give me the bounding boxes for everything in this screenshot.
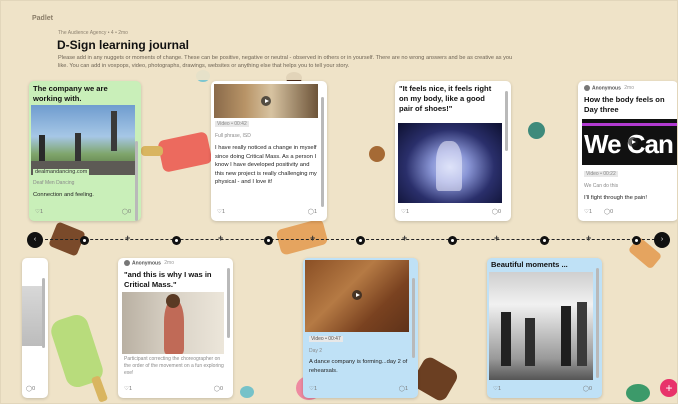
timeline-dot[interactable]: [540, 236, 549, 245]
post-caption: Participant correcting the choreographer…: [124, 356, 224, 376]
comment-button[interactable]: ◯0: [492, 209, 501, 215]
timeline-dot[interactable]: [264, 236, 273, 245]
post-card-body-day-three[interactable]: Anonymous 2mo How the body feels on Day …: [578, 81, 678, 221]
post-footer: ♡1 ◯0: [35, 209, 135, 217]
post-video-thumbnail[interactable]: [214, 84, 318, 118]
swirl-decoration: [240, 386, 254, 398]
video-duration: Video • 00:47: [309, 336, 343, 342]
timeline-next-button[interactable]: ›: [654, 232, 670, 248]
post-footer: ♡1 ◯0: [401, 209, 505, 217]
post-footer: ♡1 ◯0: [493, 386, 596, 394]
post-footer: ◯0: [26, 386, 46, 394]
page-description: Please add in any nuggets or moments of …: [58, 55, 513, 69]
like-button[interactable]: ♡1: [124, 386, 132, 392]
post-footer: ♡1 ◯0: [124, 386, 227, 394]
post-image-rehearsal[interactable]: [489, 272, 593, 380]
post-text: I have really noticed a change in myself…: [215, 145, 317, 186]
avatar: [584, 85, 590, 91]
post-card-critical-mass[interactable]: Anonymous 2mo "and this is why I was in …: [118, 258, 233, 398]
timeline-dot[interactable]: [632, 236, 641, 245]
post-title: The company we are working with.: [33, 84, 108, 103]
like-button[interactable]: ♡1: [584, 209, 592, 215]
scrollbar[interactable]: [42, 278, 45, 348]
scrollbar[interactable]: [412, 278, 415, 358]
play-icon[interactable]: [261, 96, 271, 106]
timeline-add-button[interactable]: +: [494, 233, 499, 243]
comment-button[interactable]: ◯1: [308, 209, 317, 215]
scrollbar[interactable]: [505, 91, 508, 151]
post-title: "It feels nice, it feels right on my bod…: [399, 84, 492, 113]
scrollbar[interactable]: [321, 97, 324, 207]
post-title: Beautiful moments ...: [491, 260, 568, 269]
scrollbar[interactable]: [596, 268, 599, 378]
post-card-shoes-quote[interactable]: "It feels nice, it feels right on my bod…: [395, 81, 511, 221]
page-title: D-Sign learning journal: [57, 38, 190, 52]
post-footer: ♡1 ◯0: [584, 209, 672, 217]
post-card-day-two[interactable]: Video • 00:47 Day 2 A dance company is f…: [303, 258, 418, 398]
post-link-source: Deaf Men Dancing: [33, 180, 75, 186]
timeline-add-button[interactable]: +: [125, 233, 130, 243]
post-image-sculpture[interactable]: [398, 123, 502, 203]
timeline-add-button[interactable]: +: [310, 233, 315, 243]
timeline-add-button[interactable]: +: [218, 233, 223, 243]
like-button[interactable]: ♡1: [493, 386, 501, 392]
post-text: Connection and feeling.: [33, 192, 94, 198]
post-card-company[interactable]: The company we are working with. dealman…: [29, 81, 141, 221]
striped-ball-decoration: [369, 146, 385, 162]
post-card-video-positivity[interactable]: Video • 00:42 Full phrase, ISD I have re…: [211, 81, 327, 221]
breadcrumb: The Audience Agency • 4 • 2mo: [58, 30, 128, 36]
post-image[interactable]: [22, 286, 44, 346]
timeline-dot[interactable]: [172, 236, 181, 245]
post-text: A dance company is forming...day 2 of re…: [309, 359, 408, 374]
timeline-add-button[interactable]: +: [402, 233, 407, 243]
post-title: "and this is why I was in Critical Mass.…: [124, 270, 212, 289]
like-button[interactable]: ♡1: [217, 209, 225, 215]
video-source: We Can do this: [584, 183, 619, 189]
timeline-add-button[interactable]: +: [586, 233, 591, 243]
ice-cream-scoop-decoration: [626, 384, 650, 402]
post-author: Anonymous 2mo: [584, 85, 634, 91]
avatar: [124, 260, 130, 266]
comment-button[interactable]: ◯0: [122, 209, 131, 215]
timeline-dot[interactable]: [356, 236, 365, 245]
play-icon[interactable]: [352, 290, 362, 300]
post-title: How the body feels on Day three: [584, 95, 665, 114]
add-post-button[interactable]: +: [660, 379, 678, 397]
like-button[interactable]: ♡1: [401, 209, 409, 215]
timeline-dot[interactable]: [448, 236, 457, 245]
like-button[interactable]: ♡1: [309, 386, 317, 392]
popsicle-stick-decoration: [141, 146, 163, 156]
post-day: Day 2: [309, 348, 323, 354]
post-image-outdoor-dance[interactable]: [31, 105, 135, 175]
post-text: I'll fight through the pain!: [584, 195, 647, 201]
timeline-prev-button[interactable]: ‹: [27, 232, 43, 248]
post-image-dancer[interactable]: [122, 292, 224, 354]
comment-button[interactable]: ◯0: [583, 386, 592, 392]
play-icon[interactable]: [628, 137, 638, 147]
striped-ball-decoration: [528, 122, 545, 139]
comment-button[interactable]: ◯1: [399, 386, 408, 392]
padlet-logo[interactable]: Padlet: [32, 15, 53, 22]
video-duration: Video • 00:22: [584, 171, 618, 177]
post-footer: ♡1 ◯1: [309, 386, 412, 394]
popsicle-decoration-red: [157, 131, 213, 173]
post-video-thumbnail-floor[interactable]: [305, 260, 409, 332]
ice-cream-cone-decoration: [275, 218, 329, 256]
post-link[interactable]: dealmandancing.com: [33, 169, 90, 175]
post-video-thumbnail[interactable]: We Can: [582, 119, 678, 165]
post-card-partial[interactable]: ◯0: [22, 258, 48, 398]
post-author: Anonymous 2mo: [124, 260, 174, 266]
comment-button[interactable]: ◯0: [604, 209, 613, 215]
like-button[interactable]: ♡1: [35, 209, 43, 215]
post-card-beautiful-moments[interactable]: Beautiful moments ... ♡1 ◯0: [487, 258, 602, 398]
video-source: Full phrase, ISD: [215, 133, 251, 139]
scrollbar[interactable]: [135, 141, 138, 221]
post-footer: ♡1 ◯1: [217, 209, 321, 217]
timeline-dot[interactable]: [80, 236, 89, 245]
comment-button[interactable]: ◯0: [214, 386, 223, 392]
video-duration: Video • 00:42: [215, 121, 249, 127]
popsicle-stick-decoration: [90, 375, 109, 403]
scrollbar[interactable]: [227, 268, 230, 338]
like-button[interactable]: ◯0: [26, 386, 35, 392]
